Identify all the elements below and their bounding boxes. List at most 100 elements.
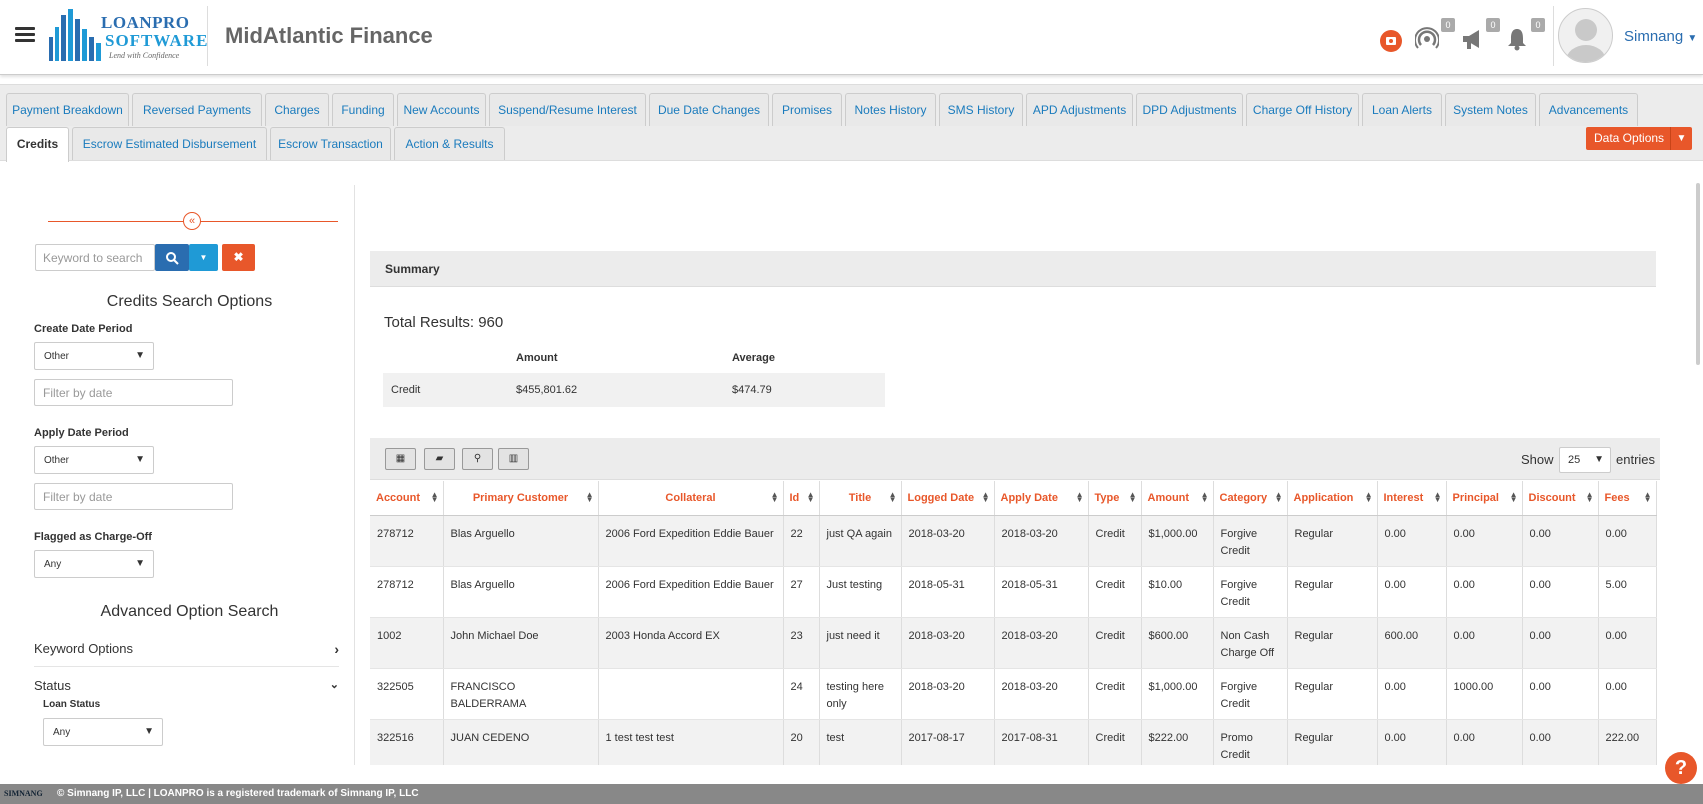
tab-suspend-resume-interest[interactable]: Suspend/Resume Interest xyxy=(489,93,646,126)
column-header-primary-customer[interactable]: Primary Customer ▲ ▼ xyxy=(443,481,599,516)
column-header-type[interactable]: Type ▲ ▼ xyxy=(1088,481,1142,516)
status-accordion[interactable]: Status ⌄ xyxy=(34,678,339,693)
table-row[interactable]: 322505 FRANCISCO BALDERRAMA 24 testing here… xyxy=(370,668,1657,720)
avatar[interactable] xyxy=(1558,8,1613,63)
signal-icon[interactable] xyxy=(1414,27,1440,51)
column-header-account[interactable]: Account ▲ ▼ xyxy=(370,481,444,516)
table-row[interactable]: 1002 John Michael Doe 2003 Honda Accord EX… xyxy=(370,617,1657,669)
column-header-amount[interactable]: Amount ▲ ▼ xyxy=(1141,481,1214,516)
cell-amount: $1,000.00 xyxy=(1141,668,1214,720)
book-icon[interactable]: ▰ xyxy=(424,448,455,470)
tab-notes-history[interactable]: Notes History xyxy=(845,93,936,126)
table-row[interactable]: 278712 Blas Arguello 2006 Ford Expedition … xyxy=(370,566,1657,618)
page-size-select[interactable]: 25 ▼ xyxy=(1559,447,1611,473)
column-header-collateral[interactable]: Collateral ▲ ▼ xyxy=(598,481,784,516)
bell-icon[interactable] xyxy=(1505,27,1529,51)
show-label: Show xyxy=(1521,452,1554,467)
tab-promises[interactable]: Promises xyxy=(772,93,842,126)
tab-system-notes[interactable]: System Notes xyxy=(1445,93,1536,126)
bar-chart-icon[interactable]: ▥ xyxy=(498,448,529,470)
chevron-right-icon: › xyxy=(334,641,339,657)
tab-action-results[interactable]: Action & Results xyxy=(394,127,505,160)
tab-reversed-payments[interactable]: Reversed Payments xyxy=(132,93,262,126)
column-header-fees[interactable]: Fees ▲ ▼ xyxy=(1598,481,1657,516)
create-date-value: Other xyxy=(44,351,70,362)
tab-loan-alerts[interactable]: Loan Alerts xyxy=(1362,93,1442,126)
apply-date-filter-input[interactable]: Filter by date xyxy=(34,483,233,510)
summary-header-blank xyxy=(383,342,516,373)
tab-escrow-transaction[interactable]: Escrow Transaction xyxy=(270,127,391,160)
grid-view-icon[interactable]: ▦ xyxy=(385,448,416,470)
cell-type: Credit xyxy=(1088,617,1142,669)
menu-icon[interactable] xyxy=(15,27,35,43)
announcements-badge: 0 xyxy=(1486,18,1500,32)
tab-advancements[interactable]: Advancements xyxy=(1539,93,1638,126)
help-icon[interactable]: ? xyxy=(1665,752,1697,784)
page-scrollbar[interactable] xyxy=(1696,183,1700,365)
column-header-logged-date[interactable]: Logged Date ▲ ▼ xyxy=(901,481,995,516)
column-header-label: Title xyxy=(848,491,872,504)
tab-new-accounts[interactable]: New Accounts xyxy=(397,93,486,126)
apply-date-select[interactable]: Other ▼ xyxy=(34,446,154,474)
clear-search-button[interactable]: ✖ xyxy=(222,244,255,271)
column-header-interest[interactable]: Interest ▲ ▼ xyxy=(1377,481,1447,516)
select-arrow-icon: ▼ xyxy=(135,454,145,465)
create-date-filter-input[interactable]: Filter by date xyxy=(34,379,233,406)
column-header-discount[interactable]: Discount ▲ ▼ xyxy=(1522,481,1599,516)
summary-col-average: Average xyxy=(732,351,776,364)
tab-escrow-estimated-disbursement[interactable]: Escrow Estimated Disbursement xyxy=(72,127,267,160)
keyword-search-input[interactable]: Keyword to search xyxy=(35,244,155,271)
megaphone-icon[interactable] xyxy=(1460,27,1484,51)
column-header-principal[interactable]: Principal ▲ ▼ xyxy=(1446,481,1523,516)
tab-charges[interactable]: Charges xyxy=(265,93,329,126)
select-arrow-icon: ▼ xyxy=(144,726,154,737)
sort-icon: ▲ ▼ xyxy=(430,490,439,504)
column-header-apply-date[interactable]: Apply Date ▲ ▼ xyxy=(994,481,1089,516)
apply-date-label: Apply Date Period xyxy=(34,427,129,439)
tab-due-date-changes[interactable]: Due Date Changes xyxy=(649,93,769,126)
logo-tagline: Lend with Confidence xyxy=(109,51,180,60)
flagged-charge-off-select[interactable]: Any ▼ xyxy=(34,550,154,578)
collapse-panel-icon[interactable]: « xyxy=(183,212,201,230)
logo-word1: LOANPRO xyxy=(101,13,190,32)
header-divider xyxy=(207,6,208,66)
summary-average: $474.79 xyxy=(732,373,885,407)
cell-interest: 0.00 xyxy=(1377,566,1447,618)
column-header-title[interactable]: Title ▲ ▼ xyxy=(819,481,902,516)
tab-sms-history[interactable]: SMS History xyxy=(939,93,1023,126)
cell-account: 322505 xyxy=(370,668,444,720)
user-menu[interactable]: Simnang ▼ xyxy=(1624,28,1697,45)
tab-apd-adjustments[interactable]: APD Adjustments xyxy=(1026,93,1133,126)
loan-status-select[interactable]: Any ▼ xyxy=(43,718,163,746)
notifications-badge: 0 xyxy=(1531,18,1545,32)
data-options-dropdown-icon[interactable]: ▼ xyxy=(1670,127,1692,150)
column-header-label: Category xyxy=(1219,491,1268,504)
column-header-label: Application xyxy=(1293,491,1354,504)
tab-credits[interactable]: Credits xyxy=(6,127,69,162)
loanpro-logo[interactable]: LOANPRO SOFTWARE Lend with Confidence xyxy=(47,5,207,65)
cell-primary-customer: Blas Arguello xyxy=(443,515,599,567)
create-date-select[interactable]: Other ▼ xyxy=(34,342,154,370)
table-row[interactable]: 278712 Blas Arguello 2006 Ford Expedition … xyxy=(370,515,1657,567)
tab-payment-breakdown[interactable]: Payment Breakdown xyxy=(6,93,129,126)
keyword-options-accordion[interactable]: Keyword Options › xyxy=(34,641,339,667)
tab-dpd-adjustments[interactable]: DPD Adjustments xyxy=(1136,93,1243,126)
record-icon[interactable] xyxy=(1380,30,1402,52)
search-options-dropdown[interactable]: ▼ xyxy=(189,244,218,271)
column-header-label: Collateral xyxy=(665,491,716,504)
cell-category: Promo Credit xyxy=(1213,719,1288,765)
search-button[interactable] xyxy=(155,244,189,271)
sort-icon: ▲ ▼ xyxy=(1075,490,1084,504)
column-header-category[interactable]: Category ▲ ▼ xyxy=(1213,481,1288,516)
tab-charge-off-history[interactable]: Charge Off History xyxy=(1246,93,1359,126)
column-header-application[interactable]: Application ▲ ▼ xyxy=(1287,481,1378,516)
data-options-button[interactable]: Data Options ▼ xyxy=(1586,127,1692,150)
cell-apply-date: 2018-03-20 xyxy=(994,668,1089,720)
column-header-id[interactable]: Id ▲ ▼ xyxy=(783,481,820,516)
table-row[interactable]: 322516 JUAN CEDENO 1 test test test 20 test 2… xyxy=(370,719,1657,765)
cell-apply-date: 2017-08-31 xyxy=(994,719,1089,765)
cell-interest: 0.00 xyxy=(1377,668,1447,720)
tab-funding[interactable]: Funding xyxy=(332,93,394,126)
cell-discount: 0.00 xyxy=(1522,617,1599,669)
map-pin-icon[interactable]: ⚲ xyxy=(462,448,493,470)
